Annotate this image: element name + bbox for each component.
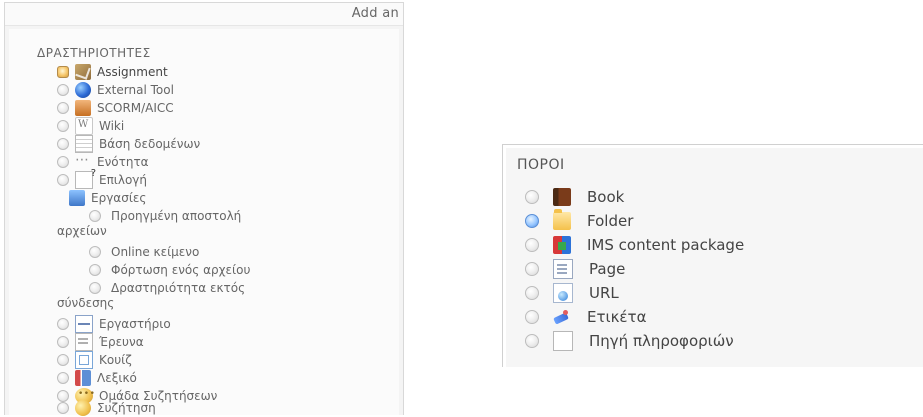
- resources-section-header: ΠΟΡΟΙ: [517, 157, 565, 173]
- activities-section-header: ΔΡΑΣΤΗΡΙΟΤΗΤΕΣ: [37, 46, 151, 60]
- resource-option-url[interactable]: URL: [525, 281, 619, 305]
- activity-label: SCORM/AICC: [97, 101, 174, 115]
- resource-radio[interactable]: [525, 334, 539, 348]
- resource-label: IMS content package: [587, 236, 745, 254]
- activity-option-chat[interactable]: Συζήτηση: [57, 399, 156, 417]
- resources-panel: ΠΟΡΟΙ Book Folder IMS content package Pa…: [502, 144, 923, 367]
- survey-icon: [75, 333, 93, 351]
- resource-radio[interactable]: [525, 214, 539, 228]
- activity-option-choice[interactable]: Επιλογή: [57, 168, 148, 189]
- assignment-type-advanced-upload[interactable]: Προηγμένη αποστολή: [89, 207, 241, 225]
- activity-label: Wiki: [99, 119, 125, 133]
- resource-radio[interactable]: [525, 310, 539, 324]
- activity-label: Επιλογή: [99, 173, 148, 187]
- assignment-type-radio[interactable]: [89, 246, 101, 258]
- activities-panel-top-bar: Add an: [5, 3, 403, 26]
- resource-label: Book: [587, 188, 625, 206]
- activity-radio[interactable]: [57, 402, 69, 414]
- activity-option-lesson[interactable]: Ενότητα: [57, 152, 149, 171]
- activity-label: Assignment: [97, 65, 168, 79]
- activities-panel: Add an ΔΡΑΣΤΗΡΙΟΤΗΤΕΣ Assignment Externa…: [4, 2, 404, 417]
- resource-option-ims-content-package[interactable]: IMS content package: [525, 233, 744, 257]
- resource-label: Ετικέτα: [587, 308, 647, 326]
- information-source-icon: [553, 331, 573, 351]
- resource-option-page[interactable]: Page: [525, 257, 625, 281]
- activity-radio[interactable]: [57, 66, 69, 78]
- activity-label: Βάση δεδομένων: [99, 137, 201, 151]
- activity-group-assignments: Εργασίες: [69, 189, 146, 207]
- add-activity-title: Add an: [351, 6, 399, 21]
- activity-label: Εργαστήριο: [99, 317, 171, 331]
- choice-icon: [75, 168, 96, 189]
- activity-option-wiki[interactable]: Wiki: [57, 117, 124, 135]
- activity-label: Έρευνα: [99, 335, 144, 349]
- activity-option-scorm[interactable]: SCORM/AICC: [57, 99, 174, 117]
- lesson-icon: [75, 152, 91, 170]
- activity-option-quiz[interactable]: Κουίζ: [57, 351, 132, 369]
- database-icon: [75, 135, 93, 153]
- book-icon: [553, 188, 571, 206]
- activity-radio[interactable]: [57, 156, 69, 168]
- activity-option-workshop[interactable]: Εργαστήριο: [57, 315, 171, 333]
- external-tool-icon: [75, 82, 91, 98]
- activity-radio[interactable]: [57, 174, 69, 186]
- url-icon: [553, 283, 573, 303]
- activity-radio[interactable]: [57, 336, 69, 348]
- activity-label: Συζήτηση: [97, 401, 156, 415]
- activity-radio[interactable]: [57, 84, 69, 96]
- activity-radio[interactable]: [57, 120, 69, 132]
- activity-radio[interactable]: [57, 354, 69, 366]
- resource-label: Page: [589, 260, 626, 278]
- assignment-type-label-line2: αρχείων: [57, 224, 107, 238]
- resource-option-book[interactable]: Book: [525, 185, 624, 209]
- activity-group-label: Εργασίες: [91, 191, 147, 205]
- activity-label: Λεξικό: [97, 371, 137, 385]
- activity-option-database[interactable]: Βάση δεδομένων: [57, 135, 200, 153]
- assignment-type-label-line2: σύνδεσης: [57, 296, 115, 310]
- activity-option-survey[interactable]: Έρευνα: [57, 333, 144, 351]
- assignment-type-radio[interactable]: [89, 282, 101, 294]
- activity-option-glossary[interactable]: Λεξικό: [57, 369, 137, 387]
- resource-option-information-source[interactable]: Πηγή πληροφοριών: [525, 329, 734, 353]
- activity-radio[interactable]: [57, 318, 69, 330]
- resource-option-label[interactable]: Ετικέτα: [525, 305, 646, 329]
- glossary-icon: [75, 370, 91, 386]
- resource-label: URL: [589, 284, 619, 302]
- label-icon: [553, 308, 571, 326]
- page-icon: [553, 259, 573, 279]
- resource-label: Πηγή πληροφοριών: [589, 332, 734, 350]
- activity-option-assignment[interactable]: Assignment: [57, 63, 168, 81]
- resource-radio[interactable]: [525, 190, 539, 204]
- activity-radio[interactable]: [57, 372, 69, 384]
- assignment-type-label-line1: Δραστηριότητα εκτός: [111, 281, 246, 295]
- resource-radio[interactable]: [525, 286, 539, 300]
- resource-option-folder[interactable]: Folder: [525, 209, 633, 233]
- scorm-icon: [75, 100, 91, 116]
- assignment-type-online-text[interactable]: Online κείμενο: [89, 243, 199, 261]
- activity-option-external-tool[interactable]: External Tool: [57, 81, 174, 99]
- assignment-type-radio[interactable]: [89, 264, 101, 276]
- wiki-icon: [75, 117, 93, 135]
- assignment-type-label: Online κείμενο: [111, 245, 200, 259]
- resource-radio[interactable]: [525, 262, 539, 276]
- assignment-type-single-upload[interactable]: Φόρτωση ενός αρχείου: [89, 261, 250, 279]
- resource-radio[interactable]: [525, 238, 539, 252]
- activity-radio[interactable]: [57, 102, 69, 114]
- ims-content-package-icon: [553, 236, 571, 254]
- assignment-icon: [75, 64, 91, 80]
- activity-label: Κουίζ: [99, 353, 132, 367]
- assignment-type-label: Φόρτωση ενός αρχείου: [111, 263, 251, 277]
- assignment-type-label-line1: Προηγμένη αποστολή: [111, 209, 242, 223]
- quiz-icon: [75, 351, 93, 369]
- assignment-type-radio[interactable]: [89, 210, 101, 222]
- folder-icon: [553, 209, 571, 230]
- resource-label: Folder: [587, 212, 634, 230]
- assignments-folder-icon: [69, 190, 85, 206]
- assignment-type-offline-activity[interactable]: Δραστηριότητα εκτός: [89, 279, 245, 297]
- workshop-icon: [75, 315, 93, 333]
- activity-label: Ενότητα: [97, 155, 149, 169]
- activity-radio[interactable]: [57, 138, 69, 150]
- activity-label: External Tool: [97, 83, 174, 97]
